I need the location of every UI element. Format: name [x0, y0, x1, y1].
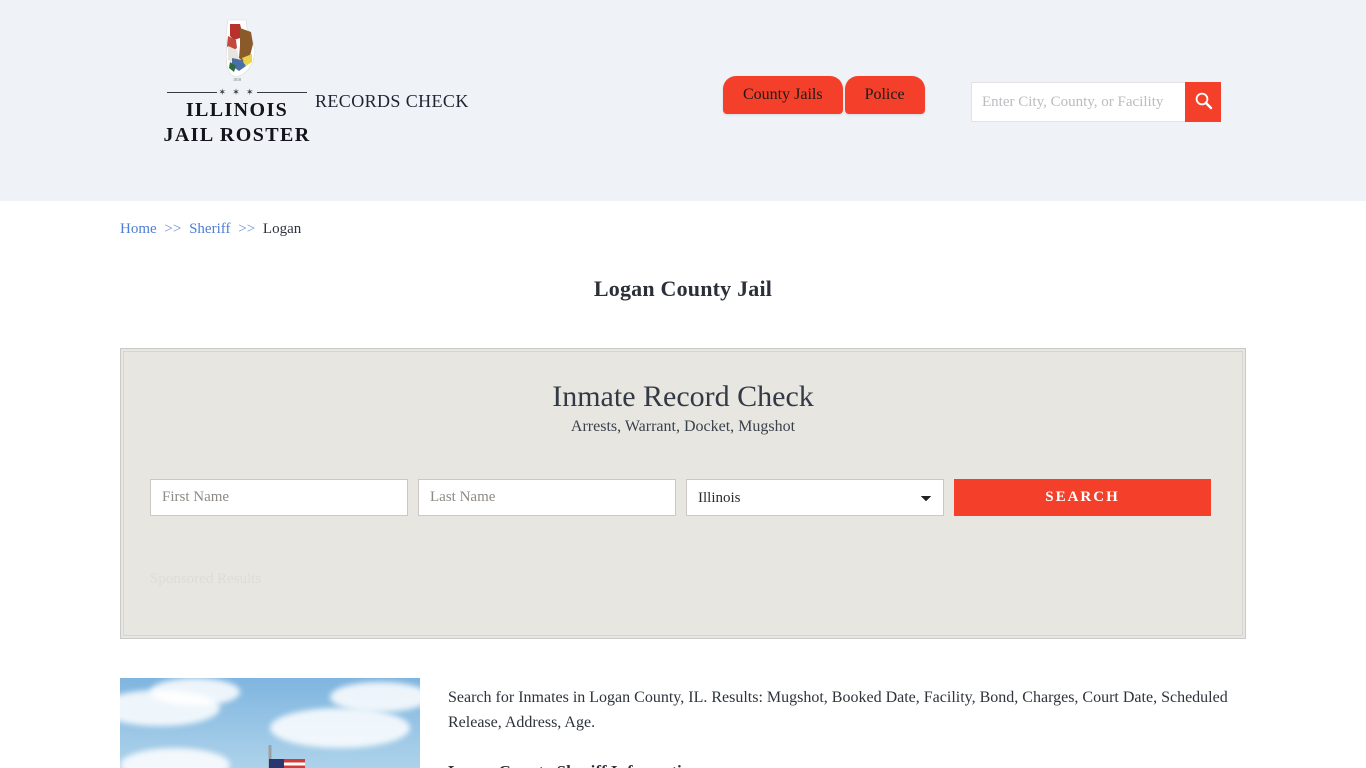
breadcrumb-separator: >> [238, 221, 256, 237]
inmate-search-form: Illinois SEARCH [150, 479, 1216, 516]
site-tagline: RECORDS CHECK [315, 91, 469, 111]
header-search-input[interactable] [971, 82, 1185, 122]
search-icon [1194, 91, 1213, 113]
sponsored-results-label: Sponsored Results [150, 571, 262, 587]
panel-title: Inmate Record Check [552, 380, 814, 413]
nav-tab-police[interactable]: Police [844, 76, 925, 114]
breadcrumb: Home >> Sheriff >> Logan [120, 201, 1246, 238]
site-header: 1818 ✶ ✶ ✶ ILLINOIS JAIL ROSTER RECORDS … [0, 0, 1366, 201]
header-search-form [971, 82, 1221, 122]
breadcrumb-current-logan: Logan [262, 221, 302, 237]
breadcrumb-link-sheriff[interactable]: Sheriff [189, 221, 230, 237]
search-submit-button[interactable]: SEARCH [954, 479, 1211, 516]
breadcrumb-link-home[interactable]: Home [120, 221, 157, 237]
description-paragraph: Search for Inmates in Logan County, IL. … [448, 689, 1228, 731]
logo-text-line2: JAIL ROSTER [163, 124, 311, 146]
content-row: Search for Inmates in Logan County, IL. … [120, 678, 1246, 768]
page-title: Logan County Jail [593, 276, 773, 301]
panel-subtitle: Arrests, Warrant, Docket, Mugshot [570, 418, 796, 435]
breadcrumb-separator: >> [164, 221, 182, 237]
site-logo[interactable]: 1818 ✶ ✶ ✶ ILLINOIS JAIL ROSTER [152, 18, 322, 148]
sheriff-information-heading: Logan County Sheriff Information [448, 762, 1246, 768]
state-select[interactable]: Illinois [686, 479, 944, 516]
courthouse-image [120, 678, 420, 768]
logo-divider: ✶ ✶ ✶ [167, 88, 307, 97]
american-flag-icon [269, 759, 305, 768]
main-content: Home >> Sheriff >> Logan Logan County Ja… [120, 201, 1246, 768]
header-search-button[interactable] [1185, 82, 1221, 122]
logo-text-line1: ILLINOIS [185, 99, 289, 121]
last-name-input[interactable] [418, 479, 676, 516]
svg-text:1818: 1818 [233, 77, 241, 82]
first-name-input[interactable] [150, 479, 408, 516]
primary-nav: County Jails Police [723, 76, 925, 114]
inmate-record-check-panel: Inmate Record Check Arrests, Warrant, Do… [120, 348, 1246, 639]
illinois-state-outline-seal-icon: 1818 [206, 18, 268, 84]
nav-tab-county-jails[interactable]: County Jails [723, 76, 843, 114]
